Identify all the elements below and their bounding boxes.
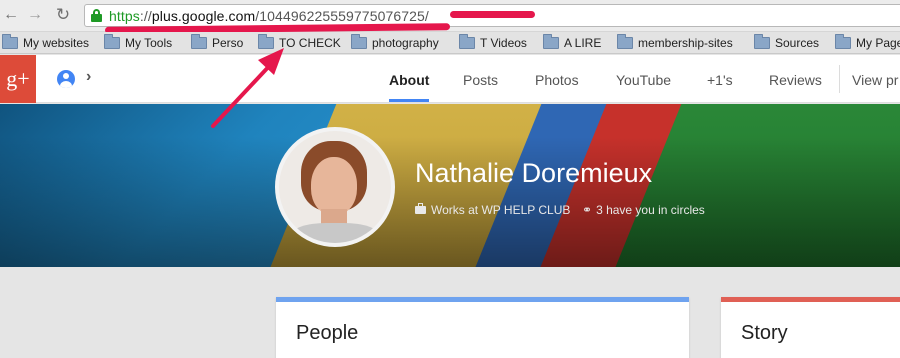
bookmark-label: membership-sites [638,36,733,50]
bookmark-folder[interactable]: A LIRE [543,34,602,51]
tab-posts[interactable]: Posts [463,72,498,88]
tab-divider [839,65,840,93]
link-icon: ⚭ [582,203,593,217]
active-tab-indicator [389,99,429,102]
card-accent-bar [276,297,689,302]
bookmark-folder[interactable]: Perso [191,34,244,51]
tab-photos[interactable]: Photos [535,72,579,88]
folder-icon [191,34,207,49]
folder-icon [2,34,18,49]
bookmark-label: TO CHECK [279,36,341,50]
tab-about[interactable]: About [389,72,429,88]
bookmark-folder[interactable]: T Videos [459,34,527,51]
profile-work: Works at WP HELP CLUB [415,203,570,217]
bookmark-label: Sources [775,36,820,50]
folder-icon [351,34,367,49]
bookmark-folder[interactable]: My websites [2,34,90,51]
gplus-logo[interactable]: g+ [0,55,36,103]
browser-toolbar: ← → ↻ https://plus.google.com/1044962255… [0,0,900,34]
folder-icon [754,34,770,49]
bookmarks-bar: My websites My Tools Perso TO CHECK phot… [0,32,900,54]
url-host: plus.google.com [151,8,256,24]
bookmark-folder[interactable]: Sources [754,34,820,51]
url-separator: :// [139,8,152,24]
profile-name: Nathalie Doremieux [415,158,653,188]
bookmark-folder[interactable]: TO CHECK [258,34,341,51]
url-path: /104496225559775076725/ [255,8,429,24]
story-card: Story [721,297,900,358]
briefcase-icon [415,203,426,214]
reload-icon[interactable]: ↻ [54,6,72,24]
card-title: People [296,322,359,344]
view-profile-link[interactable]: View pr [852,72,898,88]
folder-icon [835,34,851,49]
forward-arrow-icon[interactable]: → [26,6,44,24]
lock-icon [91,9,102,22]
bookmark-label: Perso [212,36,244,50]
people-card: People [276,297,689,358]
profile-avatar[interactable] [275,127,395,247]
gplus-header: g+ › About Posts Photos YouTube +1's Rev… [0,55,900,103]
profile-circles: ⚭ 3 have you in circles [582,203,705,217]
folder-icon [543,34,559,49]
bookmark-label: T Videos [480,36,527,50]
back-arrow-icon[interactable]: ← [2,6,20,24]
bookmark-folder[interactable]: My Tools [104,34,173,51]
tab-reviews[interactable]: Reviews [769,72,822,88]
tab-plus-ones[interactable]: +1's [707,72,733,88]
folder-icon [459,34,475,49]
bookmark-label: My websites [23,36,90,50]
folder-icon [104,34,120,49]
url-scheme: https [109,8,140,24]
tab-youtube[interactable]: YouTube [616,72,671,88]
folder-icon [258,34,274,49]
bookmark-folder[interactable]: membership-sites [617,34,733,51]
bookmark-label: My Page [856,36,900,50]
url-text[interactable]: https://plus.google.com/1044962255597750… [109,8,429,24]
chevron-right-icon[interactable]: › [86,68,91,86]
account-icon[interactable] [57,70,75,88]
bookmark-folder[interactable]: My Page [835,34,900,51]
work-text: Works at WP HELP CLUB [431,203,571,217]
folder-icon [617,34,633,49]
bookmark-folder[interactable]: photography [351,34,439,51]
annotation-redaction [450,11,535,18]
bookmark-label: My Tools [125,36,173,50]
card-accent-bar [721,297,900,302]
bookmark-label: A LIRE [564,36,602,50]
bookmark-label: photography [372,36,439,50]
card-title: Story [741,322,788,344]
circles-text: 3 have you in circles [596,203,705,217]
